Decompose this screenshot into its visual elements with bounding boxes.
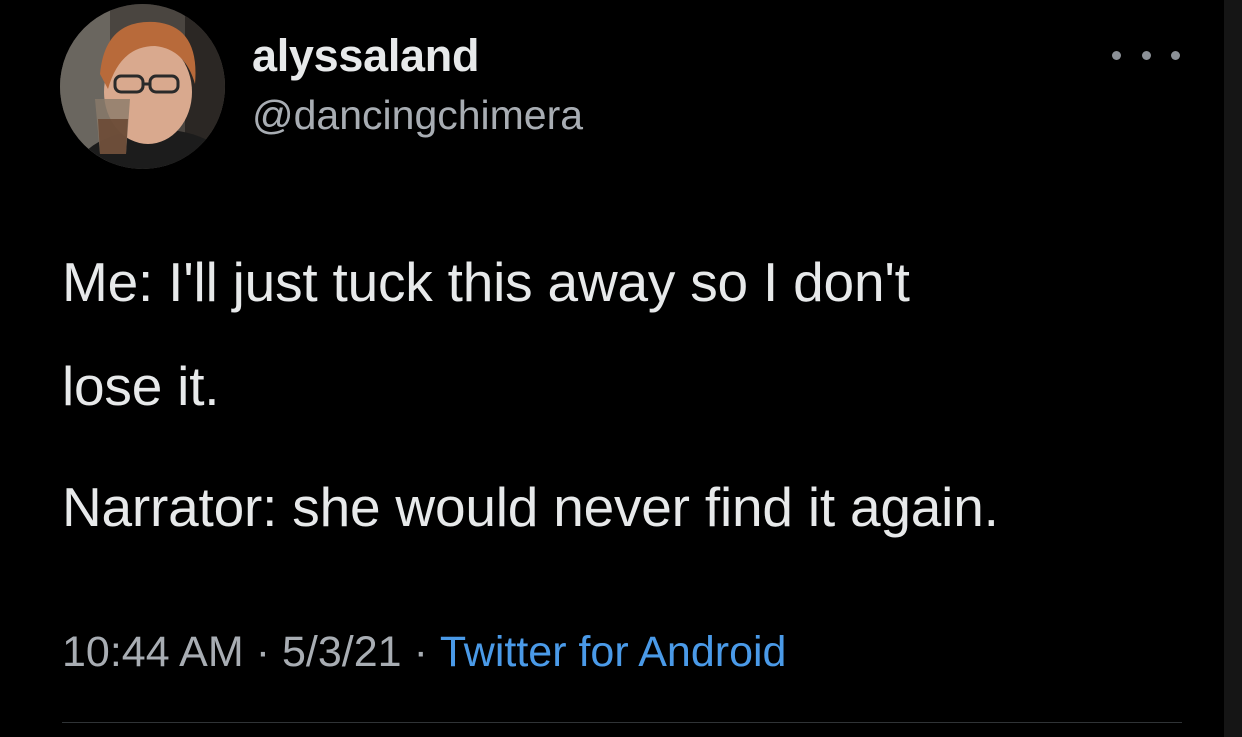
tweet-meta: 10:44 AM · 5/3/21 · Twitter for Android xyxy=(62,628,786,677)
tweet-text-line: Narrator: she would never find it again. xyxy=(62,476,999,538)
more-dot xyxy=(1171,50,1180,60)
tweet-text-line: Me: I'll just tuck this away so I don't xyxy=(62,251,910,313)
tweet-card: alyssaland @dancingchimera Me: I'll just… xyxy=(0,0,1242,737)
more-dot xyxy=(1141,50,1151,60)
user-handle[interactable]: @dancingchimera xyxy=(252,92,583,139)
more-options-icon[interactable] xyxy=(1112,40,1180,70)
avatar[interactable] xyxy=(60,4,225,169)
avatar-image xyxy=(60,4,225,169)
meta-separator: · xyxy=(413,628,428,676)
display-name[interactable]: alyssaland xyxy=(252,30,479,82)
tweet-source-link[interactable]: Twitter for Android xyxy=(440,628,787,676)
meta-separator: · xyxy=(255,628,271,676)
scrollbar-track xyxy=(1224,0,1242,737)
divider xyxy=(62,722,1182,723)
tweet-time[interactable]: 10:44 AM xyxy=(62,628,244,676)
more-dot xyxy=(1112,50,1121,60)
tweet-date[interactable]: 5/3/21 xyxy=(282,628,402,676)
tweet-text-line: lose it. xyxy=(62,355,220,417)
